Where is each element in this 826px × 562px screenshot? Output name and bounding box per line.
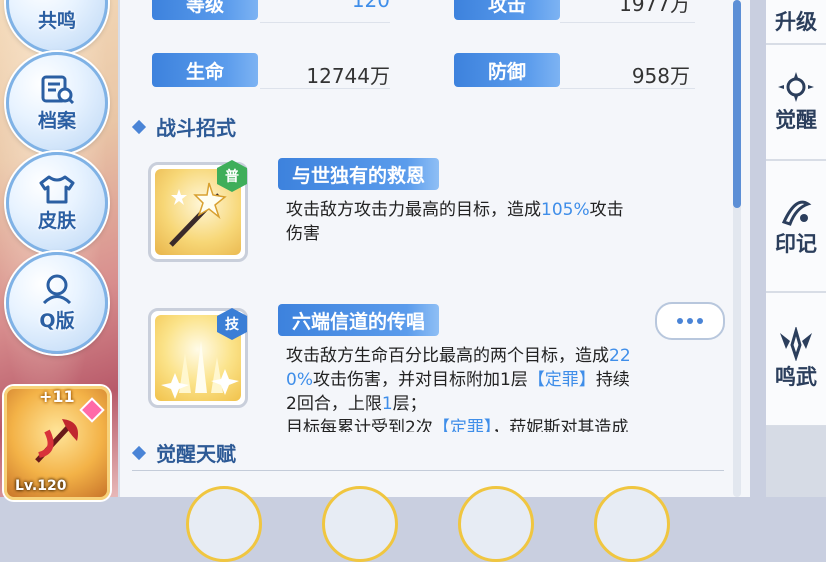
- stat-hp-value: 12744万: [306, 64, 390, 88]
- talent-section-header: 觉醒天赋: [131, 438, 236, 467]
- stat-divider: [560, 88, 695, 89]
- stat-divider: [260, 88, 390, 89]
- talent-slot[interactable]: [458, 486, 534, 562]
- nav-skin-label: 皮肤: [37, 209, 76, 232]
- talent-slot[interactable]: [186, 486, 262, 562]
- imprint-icon: [776, 194, 816, 228]
- character-avatar[interactable]: +11 Lv.120: [4, 386, 110, 500]
- skin-icon: [38, 174, 76, 204]
- nav-weapon-button[interactable]: 鸣武: [766, 292, 826, 426]
- stat-attack-value: 1977万: [619, 0, 690, 16]
- scrollbar-thumb[interactable]: [733, 0, 741, 208]
- chibi-icon: [38, 274, 76, 304]
- nav-chibi-button[interactable]: Q版: [6, 252, 108, 354]
- combat-section-header: 战斗招式: [131, 112, 236, 141]
- right-nav-filler: [766, 426, 826, 497]
- talent-section-title: 觉醒天赋: [156, 442, 236, 466]
- weapon-icon: [776, 327, 816, 361]
- character-plus-level: +11: [39, 387, 75, 406]
- ellipsis-dot-icon: [697, 318, 703, 324]
- nav-resonance-label: 共鸣: [37, 9, 76, 32]
- ellipsis-dot-icon: [687, 318, 693, 324]
- skill-more-button[interactable]: [655, 302, 725, 340]
- nav-archive-button[interactable]: 档案: [6, 52, 108, 154]
- talent-slot[interactable]: [322, 486, 398, 562]
- nav-imprint-label: 印记: [775, 232, 817, 256]
- skill-2-description: 攻击敌方生命百分比最高的两个目标，造成22 0%攻击伤害，并对目标附加1层【定罪…: [286, 346, 631, 432]
- section-divider: [132, 470, 724, 471]
- character-level: Lv.120: [15, 478, 67, 494]
- resonance-icon: [38, 0, 76, 4]
- nav-weapon-label: 鸣武: [775, 365, 817, 389]
- skill-2-name: 六端信道的传唱: [278, 304, 440, 336]
- stat-divider: [560, 22, 695, 23]
- diamond-bullet-icon: [131, 119, 147, 134]
- nav-upgrade-label: 升级: [775, 10, 817, 34]
- stat-divider: [260, 22, 390, 23]
- nav-awaken-button[interactable]: 觉醒: [766, 44, 826, 160]
- nav-skin-button[interactable]: 皮肤: [6, 152, 108, 254]
- nav-awaken-label: 觉醒: [775, 108, 817, 132]
- talent-slot[interactable]: [594, 486, 670, 562]
- awaken-icon: [776, 70, 816, 104]
- ellipsis-dot-icon: [677, 318, 683, 324]
- skill-1-description: 攻击敌方攻击力最高的目标，造成105%攻击 伤害: [286, 200, 624, 244]
- skill-1-name: 与世独有的救恩: [278, 158, 440, 190]
- nav-imprint-button[interactable]: 印记: [766, 160, 826, 292]
- nav-archive-label: 档案: [37, 109, 76, 132]
- stat-defense-value: 958万: [631, 64, 690, 88]
- nav-upgrade-button[interactable]: 升级: [766, 0, 826, 44]
- archive-icon: [38, 74, 76, 104]
- weapon-art-icon: [35, 419, 78, 463]
- stat-level-value: 120: [351, 0, 390, 12]
- nav-chibi-label: Q版: [39, 309, 75, 332]
- diamond-bullet-icon: [131, 445, 147, 460]
- combat-section-title: 战斗招式: [156, 116, 236, 140]
